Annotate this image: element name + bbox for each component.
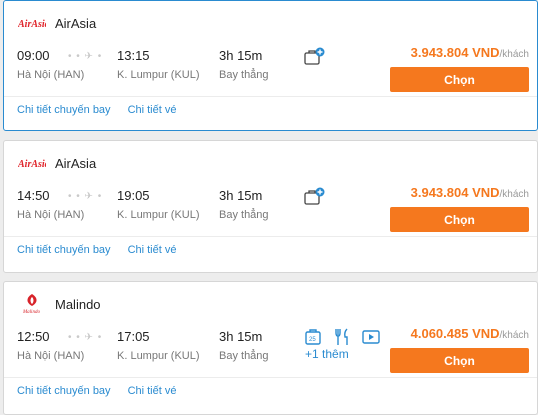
ticket-details-link[interactable]: Chi tiết vé: [128, 385, 177, 397]
depart-time: 09:00: [17, 48, 50, 63]
malindo-logo-icon: Malindo: [17, 294, 47, 315]
depart-airport: Hà Nội (HAN): [17, 350, 85, 362]
svg-text:AirAsia: AirAsia: [18, 159, 46, 169]
detail-links: Chi tiết chuyến bay Chi tiết vé: [17, 244, 193, 256]
plane-route-icon: • • ✈ •: [68, 51, 103, 62]
baggage-add-icon[interactable]: [304, 187, 326, 207]
baggage-icon[interactable]: 25: [304, 328, 322, 346]
flight-duration: 3h 15m: [219, 48, 263, 63]
price-value: 3.943.804 VND: [410, 185, 500, 200]
flight-duration: 3h 15m: [219, 329, 263, 344]
airline-name: Malindo: [55, 296, 101, 312]
depart-airport: Hà Nội (HAN): [17, 209, 85, 221]
price-value: 4.060.485 VND: [410, 326, 500, 341]
price: 4.060.485 VND/khách: [411, 326, 529, 341]
depart-airport: Hà Nội (HAN): [17, 69, 85, 81]
arrive-airport: K. Lumpur (KUL): [117, 69, 200, 81]
flight-duration: 3h 15m: [219, 188, 263, 203]
airline-name: AirAsia: [55, 155, 97, 171]
divider: [4, 236, 537, 237]
flight-card[interactable]: AirAsia AirAsia 09:00 • • ✈ • 13:15 Hà N…: [3, 0, 538, 131]
airasia-logo-icon: AirAsia: [17, 15, 47, 31]
flight-details-link[interactable]: Chi tiết chuyến bay: [17, 385, 111, 397]
flight-card[interactable]: Malindo Malindo 12:50 • • ✈ • 17:05 Hà N…: [3, 281, 538, 415]
arrive-time: 19:05: [117, 188, 150, 203]
price-value: 3.943.804 VND: [410, 45, 500, 60]
airline-info: AirAsia AirAsia: [17, 155, 96, 171]
arrive-time: 17:05: [117, 329, 150, 344]
flight-details-link[interactable]: Chi tiết chuyến bay: [17, 104, 111, 116]
airline-info: AirAsia AirAsia: [17, 15, 96, 31]
detail-links: Chi tiết chuyến bay Chi tiết vé: [17, 104, 193, 116]
ticket-details-link[interactable]: Chi tiết vé: [128, 244, 177, 256]
depart-time: 12:50: [17, 329, 50, 344]
baggage-add-icon[interactable]: [304, 47, 326, 67]
flight-stops: Bay thẳng: [219, 69, 269, 81]
divider: [4, 377, 537, 378]
plane-route-icon: • • ✈ •: [68, 332, 103, 343]
arrive-airport: K. Lumpur (KUL): [117, 350, 200, 362]
entertainment-icon[interactable]: [362, 328, 380, 346]
svg-text:AirAsia: AirAsia: [18, 19, 46, 29]
plane-route-icon: • • ✈ •: [68, 191, 103, 202]
price: 3.943.804 VND/khách: [411, 45, 529, 60]
arrive-airport: K. Lumpur (KUL): [117, 209, 200, 221]
detail-links: Chi tiết chuyến bay Chi tiết vé: [17, 385, 193, 397]
choose-button[interactable]: Chọn: [390, 67, 529, 92]
price-unit: /khách: [499, 49, 529, 60]
price-unit: /khách: [499, 189, 529, 200]
price: 3.943.804 VND/khách: [411, 185, 529, 200]
flight-stops: Bay thẳng: [219, 209, 269, 221]
divider: [4, 96, 537, 97]
svg-text:25: 25: [309, 337, 316, 343]
more-facilities-link[interactable]: +1 thêm: [305, 347, 349, 361]
ticket-details-link[interactable]: Chi tiết vé: [128, 104, 177, 116]
depart-time: 14:50: [17, 188, 50, 203]
choose-button[interactable]: Chọn: [390, 207, 529, 232]
flight-details-link[interactable]: Chi tiết chuyến bay: [17, 244, 111, 256]
arrive-time: 13:15: [117, 48, 150, 63]
meal-icon[interactable]: [335, 328, 351, 346]
choose-button[interactable]: Chọn: [390, 348, 529, 373]
price-unit: /khách: [499, 330, 529, 341]
flight-card[interactable]: AirAsia AirAsia 14:50 • • ✈ • 19:05 Hà N…: [3, 140, 538, 273]
airasia-logo-icon: AirAsia: [17, 155, 47, 171]
flight-stops: Bay thẳng: [219, 350, 269, 362]
svg-text:Malindo: Malindo: [22, 310, 40, 315]
airline-info: Malindo Malindo: [17, 294, 101, 315]
airline-name: AirAsia: [55, 15, 97, 31]
